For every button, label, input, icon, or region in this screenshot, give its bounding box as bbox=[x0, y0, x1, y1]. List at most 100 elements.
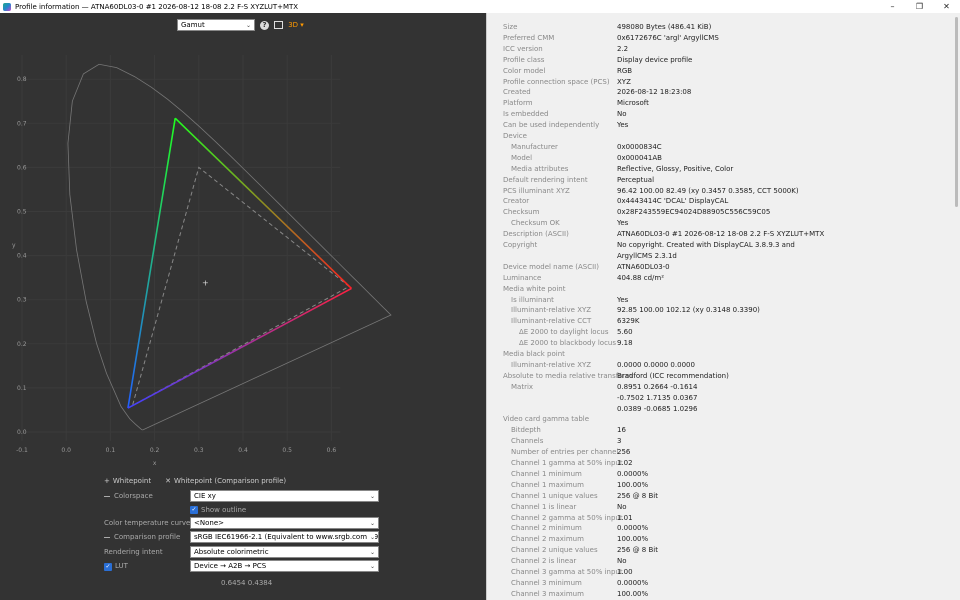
maximize-button[interactable]: ❐ bbox=[906, 0, 933, 13]
colorspace-label: Colorspace bbox=[104, 492, 190, 500]
property-key: Illuminant-relative CCT bbox=[511, 317, 592, 326]
property-value: 0.0000% bbox=[617, 578, 649, 587]
comparison-row: Comparison profile sRGB IEC61966-2.1 (Eq… bbox=[104, 531, 382, 543]
scrollbar[interactable] bbox=[955, 17, 958, 207]
property-row: ArgyllCMS 2.3.1d bbox=[503, 252, 943, 263]
view-select[interactable]: Gamut ⌄ bbox=[177, 19, 255, 31]
x-tick-label: 0.4 bbox=[238, 447, 248, 454]
app-icon bbox=[3, 2, 11, 11]
property-key: Channel 2 minimum bbox=[511, 524, 582, 533]
property-value: 256 @ 8 Bit bbox=[617, 491, 658, 500]
property-row: Illuminant-relative XYZ 92.85 100.00 102.… bbox=[503, 306, 943, 317]
lut-label: LUT bbox=[115, 561, 128, 570]
property-row: Channel 3 gamma at 50% input 1.00 bbox=[503, 568, 943, 579]
property-row: 0.0389 -0.0685 1.0296 bbox=[503, 405, 943, 416]
legend-whitepoint-comparison-label: Whitepoint (Comparison profile) bbox=[173, 477, 287, 485]
y-axis-label: y bbox=[12, 242, 16, 249]
x-axis-label: x bbox=[153, 460, 157, 467]
spectral-locus-outline bbox=[67, 63, 392, 431]
property-key: Profile class bbox=[503, 55, 545, 64]
property-row: Video card gamma table bbox=[503, 415, 943, 426]
property-row: Channel 3 maximum 100.00% bbox=[503, 590, 943, 600]
y-tick-label: 0.7 bbox=[17, 120, 27, 127]
help-icon[interactable]: ? bbox=[260, 20, 269, 30]
save-image-icon[interactable] bbox=[274, 21, 283, 29]
property-key: Device bbox=[503, 132, 527, 140]
property-row: Channel 1 unique values 256 @ 8 Bit bbox=[503, 492, 943, 503]
legend-whitepoint-comparison: ✕ Whitepoint (Comparison profile) bbox=[165, 477, 286, 485]
color-temp-row: Color temperature curve <None> ⌄ bbox=[104, 517, 382, 529]
property-row: Channel 1 gamma at 50% input 1.02 bbox=[503, 459, 943, 470]
property-key: Size bbox=[503, 23, 518, 31]
property-value: Perceptual bbox=[617, 175, 655, 184]
plot-toolbar: Gamut ⌄ ? 3D ▾ bbox=[177, 19, 304, 31]
property-row: Color model RGB bbox=[503, 67, 943, 78]
property-row: -0.7502 1.7135 0.0367 bbox=[503, 394, 943, 405]
property-value: 2026-08-12 18:23:08 bbox=[617, 88, 692, 97]
property-value: Yes bbox=[617, 121, 629, 130]
property-key: Media white point bbox=[503, 284, 566, 293]
property-value: 498080 Bytes (486.41 KiB) bbox=[617, 23, 712, 31]
property-value: 5.60 bbox=[617, 328, 633, 337]
view-3d-icon[interactable]: 3D ▾ bbox=[288, 20, 304, 30]
gamut-plot[interactable]: -0.1 0.0 0.1 0.2 0.3 0.4 0.5 0.6 0.0 0.1 0.2 0.3 0.4… bbox=[0, 35, 486, 469]
view-select-value: Gamut bbox=[181, 21, 205, 29]
gamut-edge-green-blue bbox=[127, 118, 176, 409]
property-row: Device bbox=[503, 132, 943, 143]
lut-checkbox[interactable]: ✓ bbox=[104, 562, 112, 571]
property-row: Channels 3 bbox=[503, 437, 943, 448]
property-key: Channel 1 gamma at 50% input bbox=[511, 459, 623, 467]
lut-label-wrap: ✓ LUT bbox=[104, 562, 190, 571]
property-value: 1.02 bbox=[617, 459, 633, 467]
property-key: Bitdepth bbox=[511, 426, 541, 435]
color-temp-select[interactable]: <None> ⌄ bbox=[190, 517, 379, 529]
property-value: 16 bbox=[617, 426, 626, 435]
x-tick-label: 0.6 bbox=[327, 447, 337, 454]
property-value: 0x000041AB bbox=[617, 153, 662, 162]
x-tick-label: 0.5 bbox=[282, 447, 292, 454]
property-value: 0x6172676C 'argl' ArgyllCMS bbox=[617, 33, 719, 42]
property-key: Channel 1 is linear bbox=[511, 502, 577, 511]
property-row: Profile class Display device profile bbox=[503, 56, 943, 67]
x-tick-label: 0.1 bbox=[106, 447, 116, 454]
x-tick-label: 0.3 bbox=[194, 447, 204, 454]
property-row: Copyright No copyright. Created with Disp… bbox=[503, 241, 943, 252]
gamut-edge-blue-red bbox=[127, 287, 352, 409]
property-value: 0.8951 0.2664 -0.1614 bbox=[617, 382, 698, 391]
property-value: 1.00 bbox=[617, 568, 633, 576]
close-button[interactable]: ✕ bbox=[933, 0, 960, 13]
property-row: Channel 2 minimum 0.0000% bbox=[503, 524, 943, 535]
property-key: Created bbox=[503, 88, 531, 97]
intent-value: Absolute colorimetric bbox=[194, 548, 269, 556]
property-key: Media black point bbox=[503, 350, 565, 358]
property-key: Matrix bbox=[511, 382, 534, 391]
colorspace-row: Colorspace CIE xy ⌄ bbox=[104, 490, 382, 502]
property-key: Can be used independently bbox=[503, 121, 600, 130]
y-tick-label: 0.1 bbox=[17, 385, 27, 392]
profile-info-pane[interactable]: Size 498080 Bytes (486.41 KiB) Preferred C… bbox=[486, 13, 960, 600]
show-outline-checkbox[interactable]: ✓ bbox=[190, 506, 198, 514]
show-outline-row[interactable]: ✓ Show outline bbox=[190, 504, 390, 516]
property-row: Media black point bbox=[503, 350, 943, 361]
comparison-whitepoint-marker-icon: ✕ bbox=[165, 477, 171, 485]
comparison-select[interactable]: sRGB IEC61966-2.1 (Equivalent to www.srg… bbox=[190, 531, 379, 543]
property-key: Luminance bbox=[503, 273, 542, 282]
property-row: Channel 1 minimum 0.0000% bbox=[503, 470, 943, 481]
legend-whitepoint-label: Whitepoint bbox=[112, 477, 152, 485]
show-outline-label: Show outline bbox=[201, 506, 247, 514]
property-row: Channel 1 maximum 100.00% bbox=[503, 481, 943, 492]
property-value: Microsoft bbox=[617, 99, 649, 108]
x-tick-label: 0.0 bbox=[61, 447, 71, 454]
colorspace-value: CIE xy bbox=[194, 492, 216, 500]
property-key: Number of entries per channel bbox=[511, 448, 619, 457]
property-row: Bitdepth 16 bbox=[503, 426, 943, 437]
minimize-button[interactable]: – bbox=[879, 0, 906, 13]
property-value: 256 @ 8 Bit bbox=[617, 546, 658, 555]
property-key: Platform bbox=[503, 99, 533, 108]
lut-select[interactable]: Device → A2B → PCS ⌄ bbox=[190, 560, 379, 572]
intent-select[interactable]: Absolute colorimetric ⌄ bbox=[190, 546, 379, 558]
property-key: Description (ASCII) bbox=[503, 230, 569, 239]
property-value: No copyright. Created with DisplayCAL 3.… bbox=[617, 241, 795, 249]
colorspace-select[interactable]: CIE xy ⌄ bbox=[190, 490, 379, 502]
property-row: Can be used independently Yes bbox=[503, 121, 943, 132]
